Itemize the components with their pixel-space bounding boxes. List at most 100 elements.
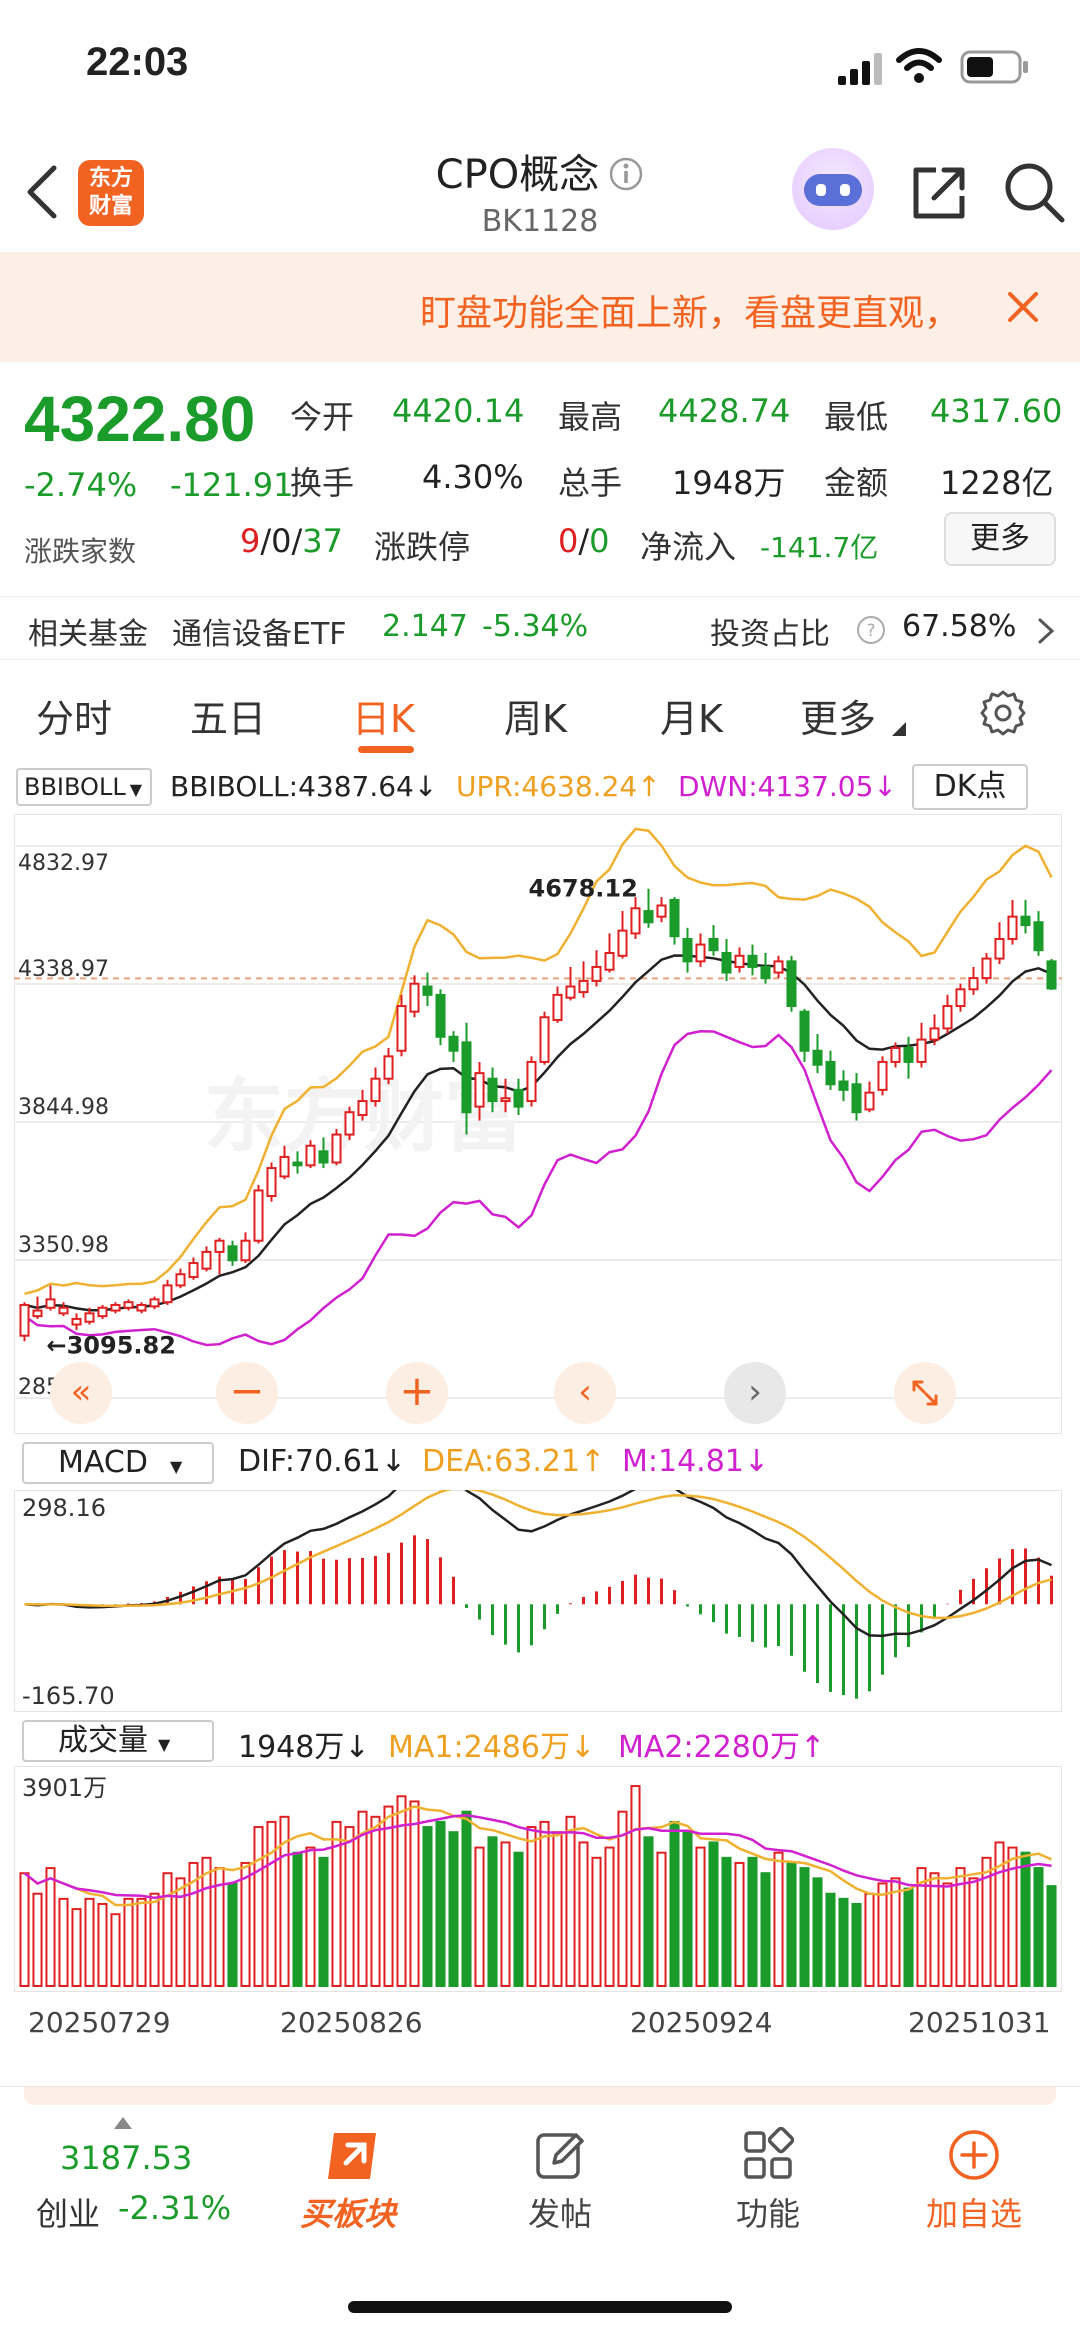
bottom-peek-bar <box>24 2087 1056 2105</box>
candle-down <box>721 951 732 974</box>
more-button[interactable]: 更多 <box>944 512 1056 566</box>
change-value: -121.91 <box>170 466 294 504</box>
candle-up <box>500 1097 511 1103</box>
fund-row[interactable]: 相关基金 通信设备ETF 2.147 -5.34% 投资占比 ? 67.58% <box>0 596 1080 660</box>
turnover-label: 换手 <box>290 464 355 502</box>
tab-minute[interactable]: 分时 <box>36 688 112 743</box>
last-price: 4322.80 <box>24 383 256 455</box>
volume-bar-up <box>773 1851 784 1987</box>
candle-up <box>123 1301 134 1309</box>
tab-more[interactable]: 更多 <box>800 688 876 743</box>
low-value: 4317.60 <box>930 392 1063 430</box>
volume-bar-up <box>266 1820 277 1988</box>
settings-icon[interactable] <box>978 688 1028 738</box>
candle-up <box>71 1317 82 1326</box>
tab-monthly-k[interactable]: 月K <box>660 688 723 743</box>
tab-weekly-k[interactable]: 周K <box>504 688 567 743</box>
candle-down <box>799 1010 810 1052</box>
high-label: 最高 <box>558 398 623 436</box>
nav-add-watchlist[interactable]: 加自选 <box>920 2127 1030 2237</box>
scroll-right-button[interactable]: › <box>724 1362 786 1424</box>
wifi-icon <box>896 48 942 83</box>
volume-bar-up <box>162 1872 173 1987</box>
main-indicator-select[interactable]: BBIBOLL ▼ <box>16 768 152 806</box>
volume-bar-up <box>942 1882 953 1987</box>
info-icon[interactable] <box>608 156 644 192</box>
candle-up <box>266 1167 277 1198</box>
svg-text:?: ? <box>866 621 875 641</box>
scroll-left-button[interactable]: ‹ <box>554 1362 616 1424</box>
candle-down <box>643 910 654 924</box>
chevron-right-icon <box>1038 618 1055 644</box>
volume-bar-up <box>409 1800 420 1987</box>
breadth-values: 9/0/37 <box>240 522 343 560</box>
robot-avatar[interactable] <box>792 148 874 230</box>
volume-select-value: 成交量 <box>58 1723 148 1758</box>
volume-bar-up <box>19 1872 30 1987</box>
volume-bar-down <box>1033 1867 1044 1987</box>
candle-down <box>669 898 680 938</box>
share-icon[interactable] <box>910 164 968 222</box>
volume-bar-up <box>344 1826 355 1988</box>
grid-icon <box>744 2127 795 2179</box>
title-text: CPO概念 <box>435 152 600 198</box>
chart-tools: « − + ‹ › <box>0 1360 1080 1426</box>
header: 东方财富 CPO概念 BK1128 <box>0 130 1080 252</box>
volume-bar-up <box>864 1892 875 1987</box>
macd-chart[interactable]: 298.16 -165.70 <box>14 1490 1062 1712</box>
index-value[interactable]: 3187.53 <box>60 2139 192 2177</box>
search-icon[interactable] <box>1002 160 1066 224</box>
volume-bar-up <box>136 1897 147 1988</box>
macd-select[interactable]: MACD ▼ <box>22 1442 214 1484</box>
notice-banner[interactable]: 盯盘功能全面上新，看盘更直观， <box>0 252 1080 362</box>
dk-button[interactable]: DK点 <box>912 764 1028 810</box>
candle-up <box>331 1133 342 1164</box>
candlestick-chart[interactable]: 东方财富 4832.974338.973844.983350.982856.98… <box>14 814 1062 1434</box>
candle-up <box>162 1284 173 1304</box>
nav-functions[interactable]: 功能 <box>726 2127 810 2237</box>
candle-down <box>227 1245 238 1262</box>
zoom-out-button[interactable]: − <box>216 1362 278 1424</box>
macd-select-value: MACD <box>58 1445 148 1480</box>
candle-up <box>253 1189 264 1242</box>
volume-bar-up <box>526 1826 537 1988</box>
candle-up <box>188 1262 199 1279</box>
tab-five-day[interactable]: 五日 <box>190 688 266 743</box>
help-icon[interactable]: ? <box>856 615 886 645</box>
main-indicator-bar: BBIBOLL ▼ BBIBOLL:4387.64↓ UPR:4638.24↑ D… <box>0 762 1080 812</box>
volume-bar-up <box>71 1908 82 1988</box>
volume-bar-up <box>58 1897 69 1988</box>
volume-bar-down <box>435 1820 446 1988</box>
candle-up <box>916 1038 927 1063</box>
volume-bar-up <box>578 1841 589 1987</box>
dea-value: DEA:63.21↑ <box>422 1444 606 1479</box>
y-tick-label: 4832.97 <box>18 851 109 876</box>
nav-post[interactable]: 发帖 <box>520 2127 600 2237</box>
tab-active-underline <box>358 746 414 753</box>
main-indicator-value: BBIBOLL <box>24 773 126 801</box>
ratio-value: 67.58% <box>902 609 1017 644</box>
zoom-in-button[interactable]: + <box>386 1362 448 1424</box>
candle-up <box>695 943 706 963</box>
volume-bar-up <box>253 1826 264 1988</box>
notice-text: 盯盘功能全面上新，看盘更直观， <box>419 293 960 334</box>
period-tabs: 分时 五日 日K 周K 月K 更多 <box>0 670 1080 760</box>
candle-up <box>279 1155 290 1178</box>
close-icon[interactable] <box>1006 290 1040 324</box>
candle-up <box>942 1005 953 1030</box>
dropdown-triangle-icon <box>892 722 906 736</box>
breadth-flat: 0 <box>271 522 292 560</box>
volume-bar-up <box>474 1846 485 1987</box>
amount-label: 金额 <box>824 464 889 502</box>
ma2-value: MA2:2280万↑ <box>618 1730 826 1765</box>
volume-bar-up <box>201 1856 212 1987</box>
scroll-left-fast-button[interactable]: « <box>50 1362 112 1424</box>
candle-up <box>383 1055 394 1080</box>
volume-chart[interactable]: 3901万 <box>14 1766 1062 1992</box>
m-text: M:14.81 <box>622 1444 744 1479</box>
tab-daily-k[interactable]: 日K <box>352 688 415 743</box>
volume-select[interactable]: 成交量 ▼ <box>22 1720 214 1762</box>
nav-buy-board[interactable]: 买板块 <box>290 2127 420 2237</box>
fullscreen-button[interactable] <box>894 1362 956 1424</box>
inflow-value: -141.7亿 <box>760 531 879 564</box>
